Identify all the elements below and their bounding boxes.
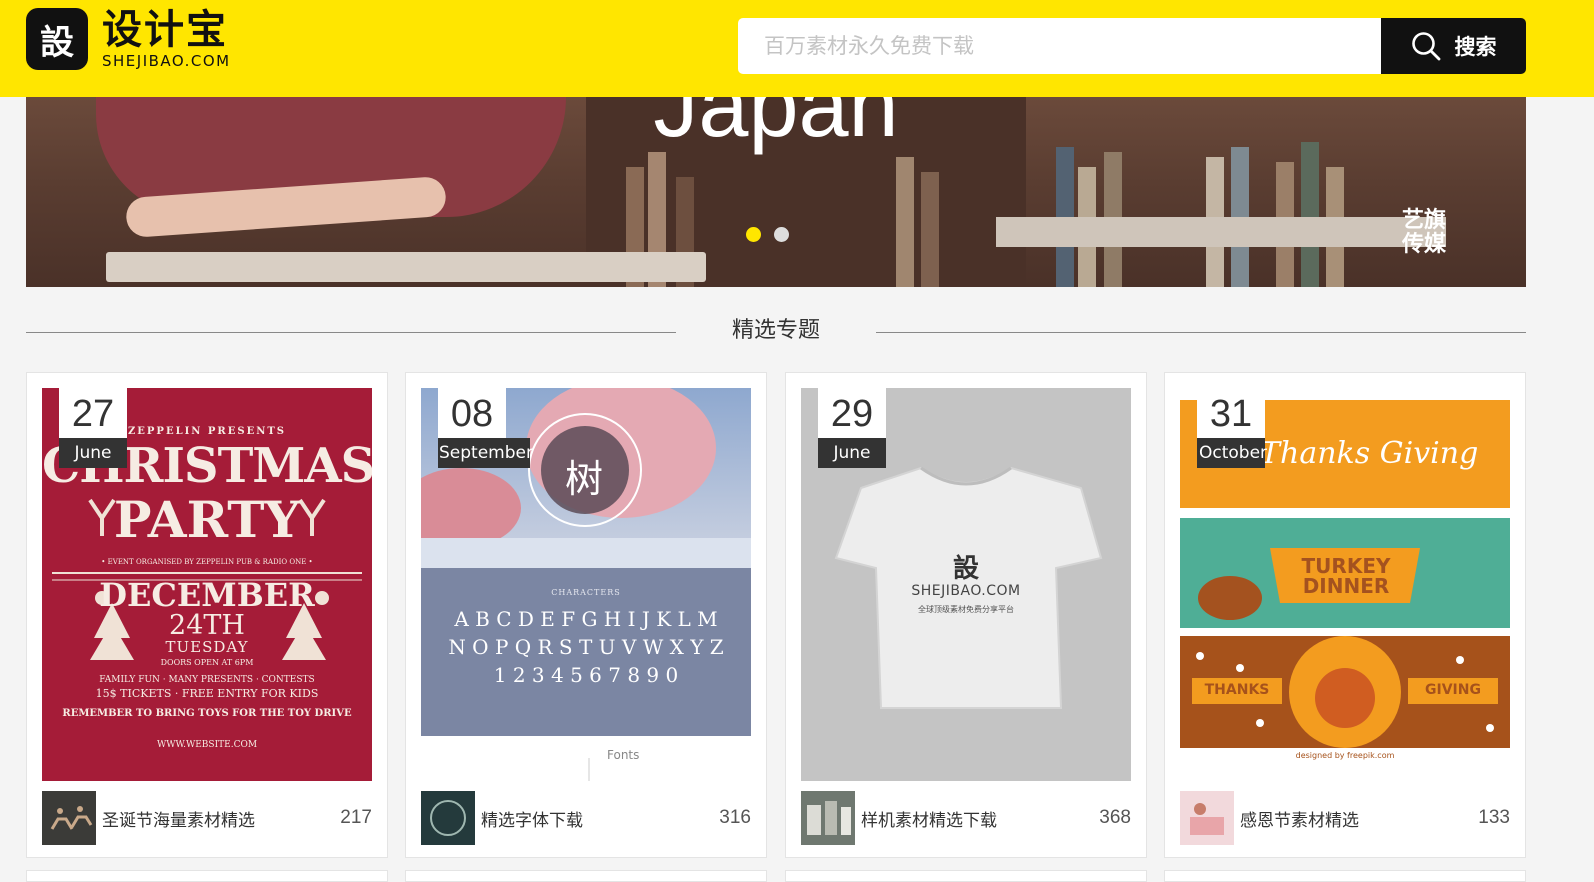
- date-day: 08: [438, 388, 506, 438]
- banner-desk: [106, 252, 706, 282]
- topic-card[interactable]: [1164, 870, 1526, 882]
- date-month: October: [1197, 438, 1267, 468]
- search-icon: [1411, 32, 1440, 61]
- search-button-label: 搜索: [1454, 35, 1497, 59]
- fonts-thumbnail: [421, 791, 475, 845]
- carousel-dots: [746, 227, 789, 242]
- card-footer: 精选字体下载 316: [421, 791, 751, 845]
- hero-banner[interactable]: Japan 艺旗 传媒: [26, 97, 1526, 287]
- card-title[interactable]: 感恩节素材精选: [1240, 806, 1478, 831]
- font-stamp-glyph: 树: [565, 457, 604, 501]
- christmas-poster-image[interactable]: ZEPPELIN PRESENTS CHRISTMAS PARTY • EVEN…: [42, 388, 372, 781]
- search-input[interactable]: [738, 18, 1381, 74]
- date-badge: 31 October: [1197, 388, 1267, 468]
- card-footer: 圣诞节海量素材精选 217: [42, 791, 372, 845]
- search-button[interactable]: 搜索: [1381, 18, 1526, 74]
- card-count: 368: [1099, 807, 1131, 828]
- card-count: 217: [340, 807, 372, 828]
- card-footer: 感恩节素材精选 133: [1180, 791, 1510, 845]
- card-footer: 样机素材精选下载 368: [801, 791, 1131, 845]
- logo-domain: SHEJIBAO.COM: [102, 52, 231, 70]
- logo-text: 设计宝 SHEJIBAO.COM: [102, 8, 231, 70]
- featured-section-heading: 精选专题: [26, 316, 1526, 346]
- topic-card[interactable]: Thanks Giving TURKEY DINNER THANKS GIVIN…: [1164, 372, 1526, 858]
- topic-card[interactable]: 設 SHEJIBAO.COM 全球顶级素材免费分享平台 29 June 样机素材…: [785, 372, 1147, 858]
- thanksgiving-banners-image[interactable]: Thanks Giving TURKEY DINNER THANKS GIVIN…: [1180, 388, 1510, 781]
- date-badge: 08 September: [438, 388, 533, 468]
- topic-card[interactable]: [785, 870, 1147, 882]
- carousel-dot-2[interactable]: [774, 227, 789, 242]
- shirt-logo-icon: 設: [952, 554, 979, 584]
- logo-chinese-name: 设计宝: [102, 7, 228, 53]
- card-title[interactable]: 圣诞节海量素材精选: [102, 806, 340, 831]
- date-month: June: [59, 438, 127, 468]
- date-badge: 29 June: [818, 388, 886, 468]
- topic-card[interactable]: [26, 870, 388, 882]
- carousel-dot-1[interactable]: [746, 227, 761, 242]
- card-count: 316: [719, 807, 751, 828]
- card-title[interactable]: 样机素材精选下载: [861, 806, 1099, 831]
- date-day: 27: [59, 388, 127, 438]
- fonts-poster-image[interactable]: 树 CHARACTERS A B C D E F G H I J K L M N…: [421, 388, 751, 781]
- section-title: 精选专题: [731, 318, 820, 343]
- topic-card[interactable]: [405, 870, 767, 882]
- reindeer-thumbnail: [42, 791, 96, 845]
- search-bar: 搜索: [738, 18, 1526, 74]
- logo-mark-icon: 設: [26, 8, 88, 70]
- date-month: June: [818, 438, 886, 468]
- card-title[interactable]: 精选字体下载: [481, 806, 719, 831]
- banner-title: Japan: [653, 97, 899, 156]
- date-month: September: [438, 438, 533, 468]
- mockup-thumbnail: [801, 791, 855, 845]
- date-day: 29: [818, 388, 886, 438]
- banner-watermark: 艺旗 传媒: [1402, 208, 1447, 257]
- topic-card[interactable]: ZEPPELIN PRESENTS CHRISTMAS PARTY • EVEN…: [26, 372, 388, 858]
- date-badge: 27 June: [59, 388, 127, 468]
- topic-card[interactable]: 树 CHARACTERS A B C D E F G H I J K L M N…: [405, 372, 767, 858]
- site-logo[interactable]: 設 设计宝 SHEJIBAO.COM: [26, 8, 231, 70]
- date-day: 31: [1197, 388, 1265, 438]
- top-header: 設 设计宝 SHEJIBAO.COM 搜索: [0, 0, 1594, 97]
- thanksgiving-thumbnail: [1180, 791, 1234, 845]
- tshirt-mockup-image[interactable]: 設 SHEJIBAO.COM 全球顶级素材免费分享平台 29 June: [801, 388, 1131, 781]
- card-count: 133: [1478, 807, 1510, 828]
